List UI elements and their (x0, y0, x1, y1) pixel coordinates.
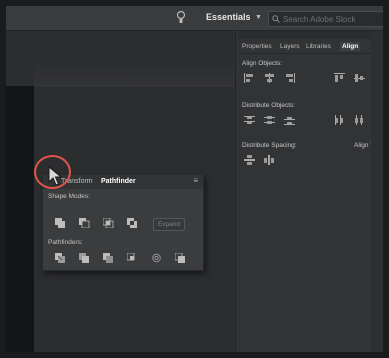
horizontal-align-left-button[interactable] (244, 73, 255, 83)
pathfinder-panel: Transform Pathfinder ≡ Shape Modes: Expa… (42, 174, 204, 271)
properties-panel: Properties Layers Libraries Align Align … (235, 31, 383, 352)
tab-libraries[interactable]: Libraries (306, 43, 331, 50)
unite-button[interactable] (55, 218, 66, 228)
distribute-objects-label: Distribute Objects: (242, 102, 296, 109)
stock-search-field[interactable] (268, 11, 383, 27)
vertical-align-top-button[interactable] (334, 73, 345, 83)
tab-properties[interactable]: Properties (242, 43, 272, 50)
vertical-distribute-top-button[interactable] (244, 115, 255, 125)
horizontal-distribute-center-button[interactable] (354, 115, 365, 125)
exclude-button[interactable] (127, 218, 138, 228)
chevron-down-icon[interactable]: ▼ (255, 14, 262, 21)
tab-divider (238, 53, 383, 54)
tab-pathfinder[interactable]: Pathfinder (101, 178, 136, 185)
search-input[interactable] (283, 12, 383, 26)
lightbulb-icon[interactable] (176, 10, 186, 26)
application-bar: Essentials ▼ (6, 6, 383, 31)
panel-dock-collapse-strip[interactable] (371, 31, 383, 352)
intersect-button[interactable] (103, 218, 114, 228)
app-window: Essentials ▼ Properties Layers Libraries… (6, 6, 383, 352)
outline-button[interactable] (151, 253, 162, 263)
shape-modes-label: Shape Modes: (48, 193, 90, 200)
workspace-switcher-label[interactable]: Essentials (206, 12, 251, 22)
vertical-align-center-button[interactable] (354, 73, 365, 83)
trim-button[interactable] (79, 253, 90, 263)
horizontal-distribute-space-button[interactable] (264, 155, 275, 165)
vertical-distribute-center-button[interactable] (264, 115, 275, 125)
tab-layers[interactable]: Layers (280, 43, 300, 50)
distribute-spacing-label: Distribute Spacing: (242, 142, 297, 149)
merge-button[interactable] (103, 253, 114, 263)
horizontal-align-center-button[interactable] (264, 73, 275, 83)
vertical-distribute-space-button[interactable] (244, 155, 255, 165)
horizontal-align-right-button[interactable] (284, 73, 295, 83)
search-icon (272, 15, 280, 23)
minus-front-button[interactable] (79, 218, 90, 228)
vertical-distribute-bottom-button[interactable] (284, 115, 295, 125)
pathfinders-label: Pathfinders: (48, 239, 83, 246)
horizontal-distribute-left-button[interactable] (334, 115, 345, 125)
tab-align[interactable]: Align (340, 42, 361, 51)
artboard-edge (6, 86, 34, 352)
minus-back-button[interactable] (175, 253, 186, 263)
expand-button[interactable]: Expand (153, 218, 185, 231)
panel-drag-handle[interactable] (238, 31, 382, 39)
divide-button[interactable] (55, 253, 66, 263)
crop-button[interactable] (127, 253, 138, 263)
cursor-arrow-icon (48, 166, 62, 186)
panel-menu-icon[interactable]: ≡ (193, 176, 198, 185)
align-objects-label: Align Objects: (242, 60, 283, 67)
canvas-edge (34, 61, 234, 87)
